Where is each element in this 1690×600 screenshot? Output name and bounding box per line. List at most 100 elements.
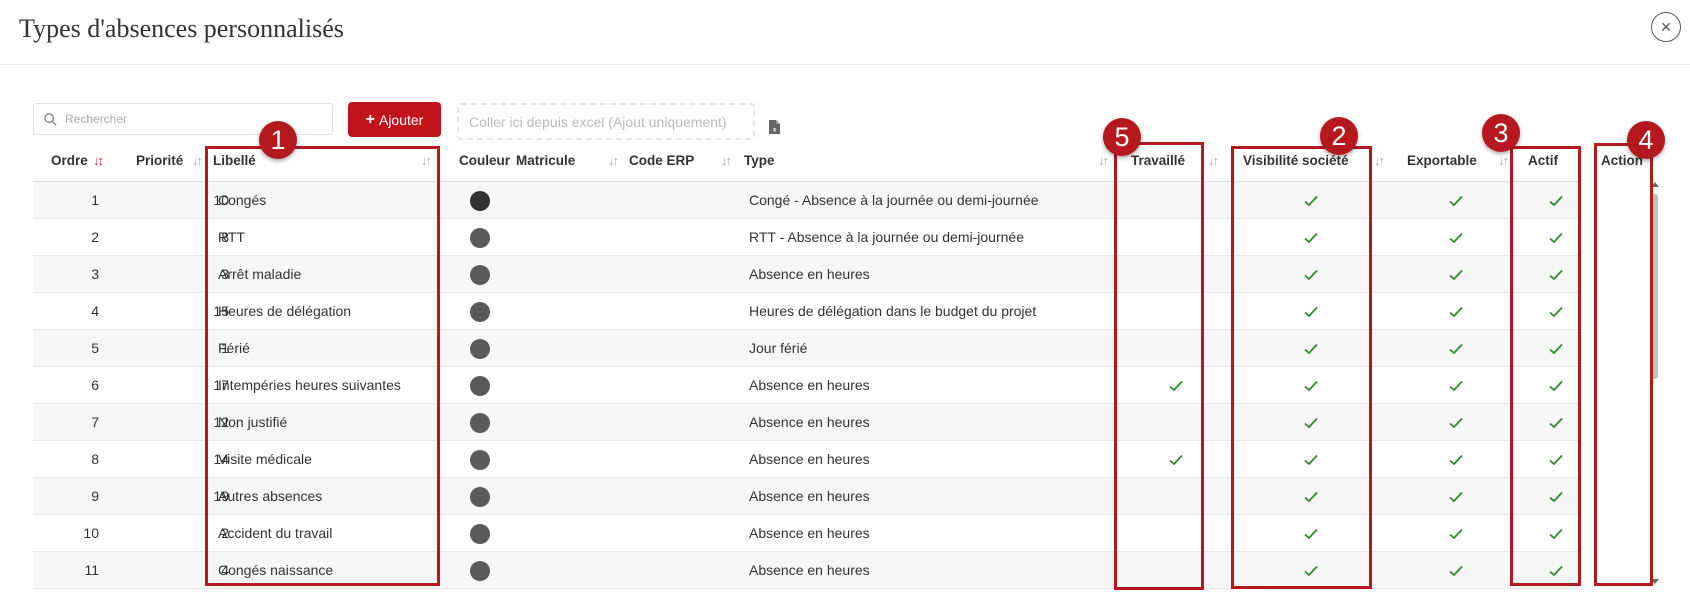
cell-ordre: 3: [91, 266, 99, 282]
highlight-box-action: [1594, 143, 1653, 586]
cell-type: Jour férié: [749, 340, 808, 356]
cell-ordre: 9: [91, 488, 99, 504]
column-header-travaille[interactable]: Travaillé: [1131, 148, 1185, 182]
sort-icon[interactable]: ↓↑: [1498, 153, 1509, 168]
cell-libelle: Non justifié: [218, 414, 288, 430]
excel-file-icon[interactable]: x: [769, 120, 780, 134]
plus-icon: +: [365, 110, 375, 128]
column-header-ordre[interactable]: Ordre: [51, 148, 88, 182]
color-swatch: [470, 228, 490, 248]
check-icon: [1449, 305, 1463, 318]
check-icon: [1449, 379, 1463, 392]
column-header-type[interactable]: Type: [744, 148, 775, 182]
color-swatch: [470, 265, 490, 285]
check-icon: [1304, 231, 1318, 244]
check-icon: [1449, 564, 1463, 577]
column-header-libelle[interactable]: Libellé: [213, 148, 256, 182]
table-row[interactable]: 8 14 Visite médicale Absence en heures: [33, 441, 1580, 478]
annotation-badge-5: 5: [1103, 118, 1141, 156]
check-icon: [1449, 416, 1463, 429]
check-icon: [1549, 527, 1563, 540]
check-icon: [1549, 268, 1563, 281]
column-header-actif[interactable]: Actif: [1528, 148, 1558, 182]
check-icon: [1304, 490, 1318, 503]
sort-icon[interactable]: ↓↑: [1208, 153, 1219, 168]
page-title: Types d'absences personnalisés: [19, 14, 344, 43]
check-icon: [1549, 342, 1563, 355]
table-scrollbar[interactable]: [1651, 182, 1659, 584]
close-button[interactable]: ×: [1651, 12, 1681, 42]
cell-type: RTT - Absence à la journée ou demi-journ…: [749, 229, 1024, 245]
cell-ordre: 6: [91, 377, 99, 393]
column-header-priorite[interactable]: Priorité: [136, 148, 183, 182]
check-icon: [1304, 268, 1318, 281]
scrollbar-thumb[interactable]: [1652, 194, 1658, 379]
table-row[interactable]: 6 17 Intempéries heures suivantes Absence e…: [33, 367, 1580, 404]
scroll-down-icon[interactable]: [1651, 579, 1659, 584]
table-row[interactable]: 5 1 Férié Jour férié: [33, 330, 1580, 367]
cell-libelle: Congés naissance: [218, 562, 334, 578]
color-swatch: [470, 376, 490, 396]
cell-type: Absence en heures: [749, 525, 870, 541]
annotation-badge-2: 2: [1320, 117, 1358, 155]
check-icon: [1304, 305, 1318, 318]
cell-ordre: 11: [84, 562, 99, 578]
cell-ordre: 5: [91, 340, 99, 356]
sort-icon[interactable]: ↓↑: [1374, 153, 1385, 168]
cell-type: Heures de délégation dans le budget du p…: [749, 303, 1037, 319]
cell-libelle: Heures de délégation: [218, 303, 352, 319]
cell-ordre: 2: [91, 229, 99, 245]
check-icon: [1549, 231, 1563, 244]
check-icon: [1449, 527, 1463, 540]
table-row[interactable]: 1 10 Congés Congé - Absence à la journée ou…: [33, 182, 1580, 219]
cell-type: Congé - Absence à la journée ou demi-jou…: [749, 192, 1039, 208]
check-icon: [1549, 453, 1563, 466]
sort-icon[interactable]: ↓↑: [721, 153, 732, 168]
check-icon: [1304, 379, 1318, 392]
cell-libelle: Arrêt maladie: [218, 266, 302, 282]
table-row[interactable]: 7 12 Non justifié Absence en heures: [33, 404, 1580, 441]
cell-ordre: 8: [91, 451, 99, 467]
cell-type: Absence en heures: [749, 451, 870, 467]
check-icon: [1304, 527, 1318, 540]
sort-icon[interactable]: ↓↕: [93, 153, 104, 168]
check-icon: [1449, 342, 1463, 355]
table-row[interactable]: 10 2 Accident du travail Absence en heures: [33, 515, 1580, 552]
check-icon: [1304, 342, 1318, 355]
sort-icon[interactable]: ↓↑: [608, 153, 619, 168]
sort-icon[interactable]: ↓↑: [421, 153, 432, 168]
paste-from-excel-field[interactable]: Coller ici depuis excel (Ajout uniquemen…: [457, 103, 755, 140]
check-icon: [1549, 564, 1563, 577]
table-row[interactable]: 3 3 Arrêt maladie Absence en heures: [33, 256, 1580, 293]
column-header-code-erp[interactable]: Code ERP: [629, 148, 694, 182]
color-swatch: [470, 302, 490, 322]
check-icon: [1169, 453, 1183, 466]
add-button-label: Ajouter: [378, 111, 424, 128]
cell-libelle: Congés: [218, 192, 267, 208]
table-row[interactable]: 2 8 RTT RTT - Absence à la journée ou demi-…: [33, 219, 1580, 256]
scroll-up-icon[interactable]: [1651, 182, 1659, 187]
cell-libelle: Férié: [218, 340, 250, 356]
column-header-matricule[interactable]: Matricule: [516, 148, 575, 182]
table-row[interactable]: 11 4 Congés naissance Absence en heures: [33, 552, 1580, 589]
color-swatch: [470, 413, 490, 433]
column-header-exportable[interactable]: Exportable: [1407, 148, 1477, 182]
check-icon: [1549, 416, 1563, 429]
paste-placeholder: Coller ici depuis excel (Ajout uniquemen…: [469, 113, 727, 130]
cell-ordre: 10: [83, 525, 99, 541]
sort-icon[interactable]: ↓↑: [1098, 153, 1109, 168]
cell-type: Absence en heures: [749, 414, 870, 430]
add-button[interactable]: + Ajouter: [348, 102, 441, 137]
table-row[interactable]: 4 15 Heures de délégation Heures de délégat…: [33, 293, 1580, 330]
check-icon: [1549, 305, 1563, 318]
check-icon: [1304, 194, 1318, 207]
cell-type: Absence en heures: [749, 266, 870, 282]
annotation-badge-3: 3: [1482, 114, 1520, 152]
modal-header: Types d'absences personnalisés ×: [0, 0, 1690, 65]
sort-icon[interactable]: ↓↑: [192, 153, 203, 168]
cell-ordre: 7: [91, 414, 99, 430]
table-row[interactable]: 9 19 Autres absences Absence en heures: [33, 478, 1580, 515]
check-icon: [1449, 268, 1463, 281]
column-header-couleur[interactable]: Couleur: [459, 148, 510, 182]
cell-libelle: Accident du travail: [218, 525, 333, 541]
